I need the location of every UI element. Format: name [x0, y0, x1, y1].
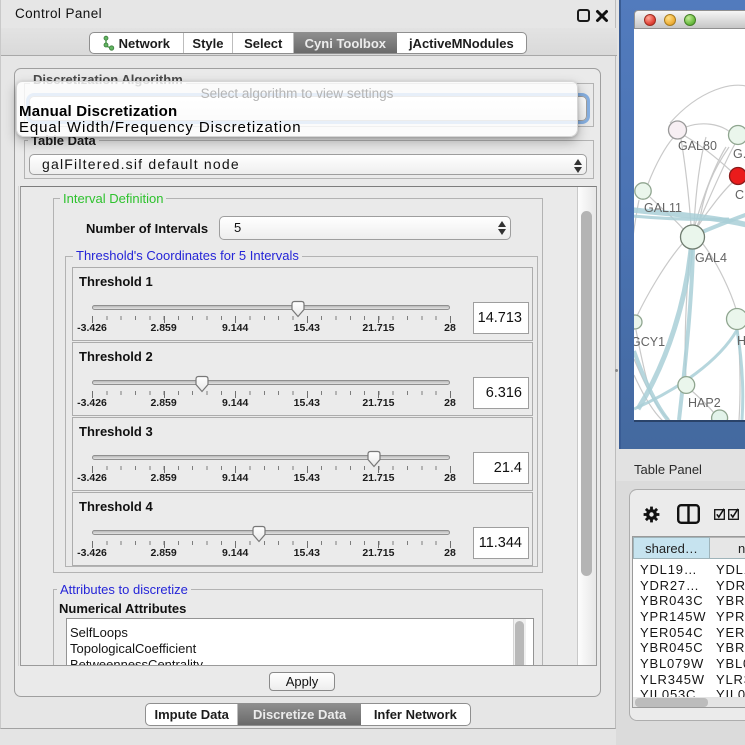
- svg-text:C: C: [735, 188, 744, 202]
- svg-text:GCY1: GCY1: [634, 335, 665, 349]
- svg-text:G.: G.: [733, 147, 745, 161]
- svg-text:GAL80: GAL80: [678, 139, 717, 153]
- svg-text:GAL11: GAL11: [644, 201, 682, 215]
- svg-text:GAL4: GAL4: [695, 251, 727, 265]
- svg-text:HAP2: HAP2: [688, 396, 721, 410]
- svg-text:H: H: [737, 334, 745, 348]
